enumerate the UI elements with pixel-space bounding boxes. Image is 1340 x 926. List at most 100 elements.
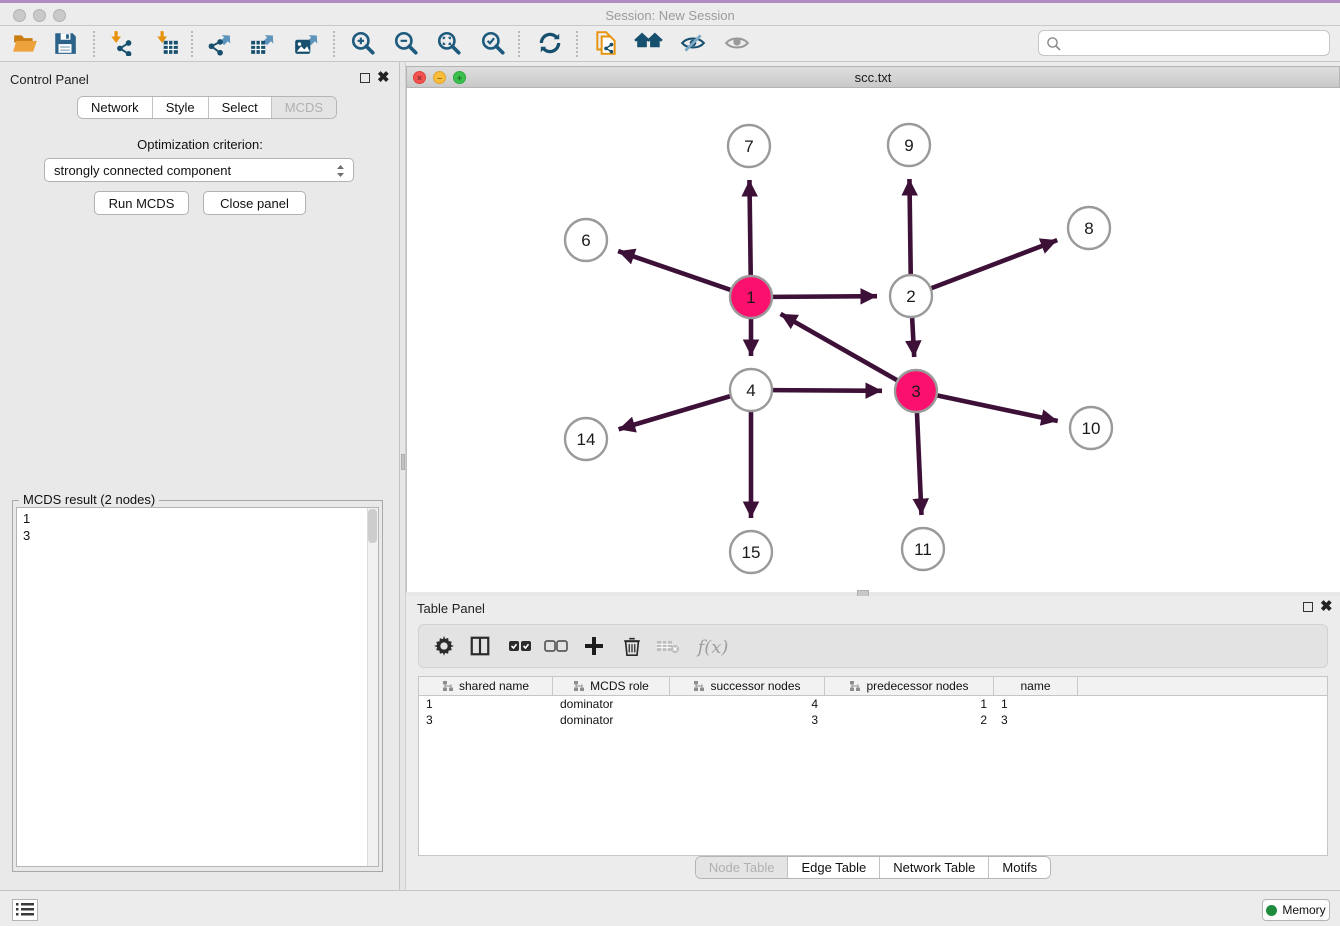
task-history-button[interactable] xyxy=(12,899,38,921)
graph-node-7[interactable]: 7 xyxy=(728,125,770,167)
edge-1-2[interactable] xyxy=(773,296,877,297)
network-canvas[interactable]: 7 9 6 8 1 2 4 3 14 10 15 11 xyxy=(406,88,1340,592)
save-session-button[interactable] xyxy=(50,30,80,58)
edge-3-11[interactable] xyxy=(917,413,922,515)
edge-3-1[interactable] xyxy=(781,314,897,380)
table-row[interactable]: 1dominator411 xyxy=(419,696,1327,712)
mcds-result-textarea[interactable]: 1 3 xyxy=(16,507,379,867)
graph-node-6[interactable]: 6 xyxy=(565,219,607,261)
tab-edge-table[interactable]: Edge Table xyxy=(788,857,880,878)
window-title: Session: New Session xyxy=(0,8,1340,23)
mcds-result-values: 1 3 xyxy=(23,510,30,544)
add-row-button[interactable] xyxy=(579,633,609,661)
tab-mcds[interactable]: MCDS xyxy=(272,97,336,118)
memory-button[interactable]: Memory xyxy=(1262,899,1330,921)
graph-node-2[interactable]: 2 xyxy=(890,275,932,317)
search-input[interactable] xyxy=(1067,32,1325,54)
close-panel-button[interactable]: Close panel xyxy=(203,191,306,215)
table-cell[interactable]: 3 xyxy=(994,712,1078,728)
graph-node-4[interactable]: 4 xyxy=(730,369,772,411)
run-mcds-button[interactable]: Run MCDS xyxy=(94,191,189,215)
edge-3-10[interactable] xyxy=(938,396,1058,421)
table-cell[interactable]: 3 xyxy=(670,712,825,728)
hide-selected-button[interactable] xyxy=(678,30,708,58)
result-scrollbar-thumb[interactable] xyxy=(368,509,377,543)
function-builder-button[interactable]: f(x) xyxy=(691,633,735,661)
zoom-fit-button[interactable] xyxy=(434,30,464,58)
clone-network-button[interactable] xyxy=(591,30,621,58)
tab-motifs[interactable]: Motifs xyxy=(989,857,1050,878)
column-header-predecessor-nodes[interactable]: predecessor nodes xyxy=(825,677,994,695)
edge-1-7[interactable] xyxy=(749,180,750,275)
import-network-button[interactable] xyxy=(106,30,136,58)
zoom-selected-button[interactable] xyxy=(478,30,508,58)
export-network-button[interactable] xyxy=(204,30,234,58)
combo-arrows-icon xyxy=(335,162,346,180)
control-panel-float-button[interactable] xyxy=(360,73,370,83)
graph-node-15[interactable]: 15 xyxy=(730,531,772,573)
control-panel-close-button[interactable]: ✖ xyxy=(377,73,390,83)
edge-4-3[interactable] xyxy=(773,390,882,391)
edge-2-9[interactable] xyxy=(909,179,910,274)
table-cell[interactable]: 3 xyxy=(419,712,553,728)
open-file-button[interactable] xyxy=(10,30,40,58)
export-image-button[interactable] xyxy=(291,30,321,58)
zoom-out-button[interactable] xyxy=(391,30,421,58)
column-header-name[interactable]: name xyxy=(994,677,1078,695)
optimization-criterion-select[interactable]: strongly connected component xyxy=(44,158,354,182)
table-cell[interactable]: dominator xyxy=(553,696,670,712)
table-cell[interactable]: 1 xyxy=(419,696,553,712)
graph-node-14[interactable]: 14 xyxy=(565,418,607,460)
delete-row-button[interactable] xyxy=(617,633,647,661)
table-cell[interactable]: 2 xyxy=(825,712,994,728)
deselect-all-button[interactable] xyxy=(541,633,571,661)
first-neighbors-button[interactable] xyxy=(634,30,664,58)
table-cell[interactable]: dominator xyxy=(553,712,670,728)
table-cell[interactable]: 1 xyxy=(994,696,1078,712)
tab-select[interactable]: Select xyxy=(209,97,272,118)
show-all-button[interactable] xyxy=(722,30,752,58)
column-header-shared-name[interactable]: shared name xyxy=(419,677,553,695)
graph-node-10[interactable]: 10 xyxy=(1070,407,1112,449)
graph-node-8[interactable]: 8 xyxy=(1068,207,1110,249)
svg-text:2: 2 xyxy=(906,287,915,306)
graph-node-1[interactable]: 1 xyxy=(730,276,772,318)
graph-node-9[interactable]: 9 xyxy=(888,124,930,166)
table-settings-button[interactable] xyxy=(429,633,459,661)
delete-table-icon xyxy=(655,635,681,657)
zoom-in-button[interactable] xyxy=(348,30,378,58)
select-all-button[interactable] xyxy=(505,633,535,661)
list-icon xyxy=(16,902,34,916)
table-cell[interactable]: 4 xyxy=(670,696,825,712)
splitter-grip[interactable] xyxy=(401,454,405,470)
result-scrollbar[interactable] xyxy=(367,508,378,866)
table-cell[interactable]: 1 xyxy=(825,696,994,712)
table-row[interactable]: 3dominator323 xyxy=(419,712,1327,728)
tab-network[interactable]: Network xyxy=(78,97,153,118)
table-panel-float-button[interactable] xyxy=(1303,602,1313,612)
column-header-MCDS-role[interactable]: MCDS role xyxy=(553,677,670,695)
table-panel-close-button[interactable]: ✖ xyxy=(1320,602,1333,612)
import-table-button[interactable] xyxy=(152,30,182,58)
node-table[interactable]: shared nameMCDS rolesuccessor nodesprede… xyxy=(418,676,1328,856)
eye-slash-icon xyxy=(680,30,706,56)
column-label: name xyxy=(1020,679,1050,693)
tab-node-table[interactable]: Node Table xyxy=(696,857,789,878)
tab-network-table[interactable]: Network Table xyxy=(880,857,989,878)
edge-2-8[interactable] xyxy=(932,240,1058,288)
edge-1-6[interactable] xyxy=(618,251,730,290)
graph-node-3[interactable]: 3 xyxy=(895,370,937,412)
edge-4-14[interactable] xyxy=(619,396,730,429)
svg-text:10: 10 xyxy=(1082,419,1101,438)
import-network-icon xyxy=(108,30,134,56)
table-toolbar: f(x) xyxy=(418,624,1328,668)
column-header-successor-nodes[interactable]: successor nodes xyxy=(670,677,825,695)
show-columns-button[interactable] xyxy=(465,633,495,661)
edge-2-3[interactable] xyxy=(912,318,914,357)
apply-layout-button[interactable] xyxy=(535,30,565,58)
graph-node-11[interactable]: 11 xyxy=(902,528,944,570)
delete-table-button[interactable] xyxy=(653,633,683,661)
export-table-button[interactable] xyxy=(247,30,277,58)
table-panel-title: Table Panel xyxy=(417,601,485,616)
tab-style[interactable]: Style xyxy=(153,97,209,118)
